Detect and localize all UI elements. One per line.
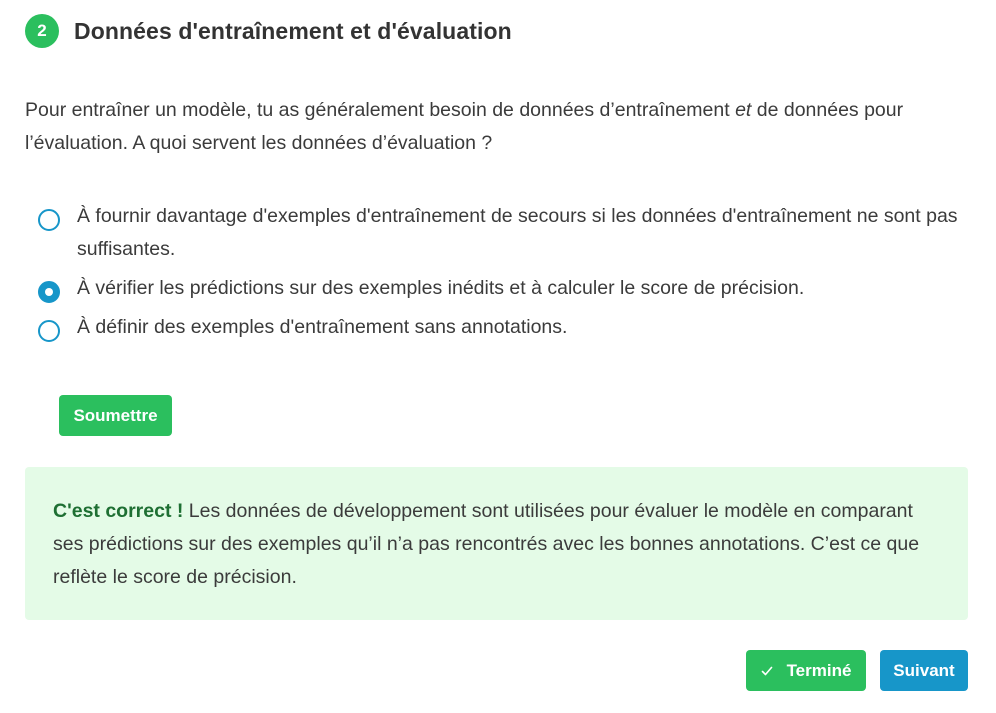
check-icon (761, 666, 772, 675)
radio-button-unchecked[interactable] (38, 320, 60, 342)
quiz-page: 2 Données d'entraînement et d'évaluation… (0, 0, 996, 713)
answer-option-3[interactable]: À définir des exemples d'entraînement sa… (38, 311, 958, 344)
question-text: Pour entraîner un modèle, tu as générale… (25, 94, 955, 160)
answer-option-label: À définir des exemples d'entraînement sa… (77, 316, 568, 338)
question-part-1: Pour entraîner un modèle, tu as générale… (25, 99, 736, 121)
done-button[interactable]: Terminé (746, 650, 866, 691)
next-button[interactable]: Suivant (880, 650, 968, 691)
step-number-badge: 2 (25, 14, 59, 48)
answer-options: À fournir davantage d'exemples d'entraîn… (38, 200, 958, 350)
answer-option-label: À vérifier les prédictions sur des exemp… (77, 277, 805, 299)
section-title: Données d'entraînement et d'évaluation (74, 17, 512, 44)
feedback-box: C'est correct ! Les données de développe… (25, 467, 968, 620)
answer-option-1[interactable]: À fournir davantage d'exemples d'entraîn… (38, 200, 958, 266)
submit-button[interactable]: Soumettre (59, 395, 172, 436)
question-emphasis: et (735, 99, 752, 121)
radio-button-checked[interactable] (38, 281, 60, 303)
footer-actions: Terminé Suivant (746, 650, 968, 691)
radio-button-unchecked[interactable] (38, 209, 60, 231)
answer-option-2[interactable]: À vérifier les prédictions sur des exemp… (38, 272, 958, 305)
section-header: 2 Données d'entraînement et d'évaluation (25, 14, 512, 48)
feedback-text: Les données de développement sont utilis… (53, 500, 920, 588)
feedback-heading: C'est correct ! (53, 500, 184, 522)
done-label: Terminé (786, 660, 852, 680)
answer-option-label: À fournir davantage d'exemples d'entraîn… (77, 205, 958, 260)
